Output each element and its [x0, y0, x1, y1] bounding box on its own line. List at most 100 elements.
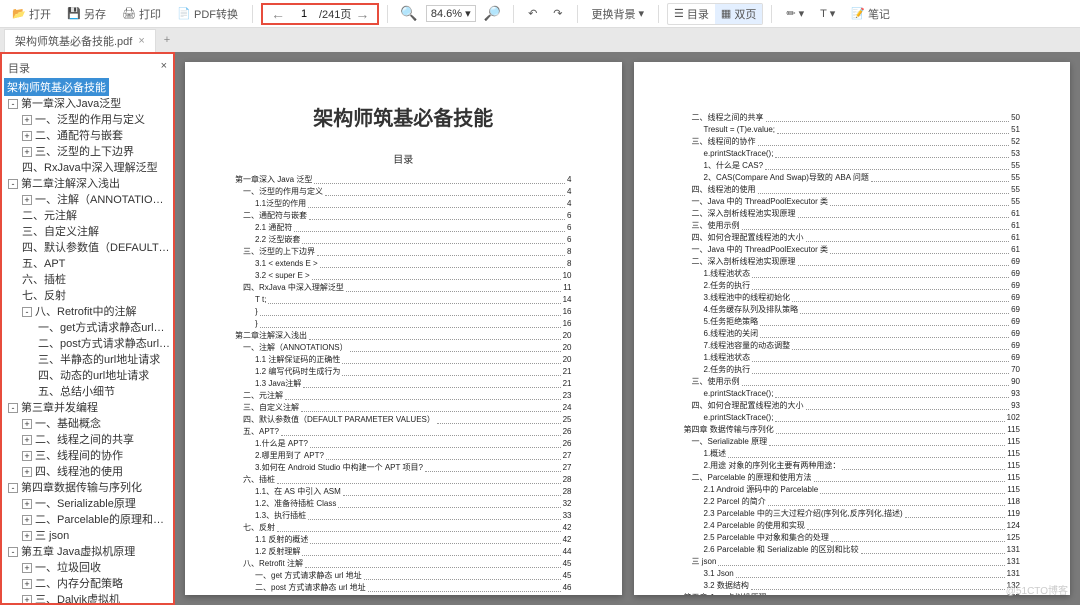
outline-item[interactable]: 四、动态的url地址请求: [4, 368, 171, 384]
toc-line: T t;14: [235, 294, 572, 306]
toc-line: 第四章 数据传输与序列化115: [684, 424, 1021, 436]
toc-line: 一、Java 中的 ThreadPoolExecutor 类61: [684, 244, 1021, 256]
main-toolbar: 📂打开 💾另存 🖨打印 📄PDF转换 ← /241页 → 🔍 84.6% ▾ 🔎…: [0, 0, 1080, 28]
print-button[interactable]: 🖨打印: [116, 4, 167, 24]
tree-toggle-icon[interactable]: +: [22, 595, 32, 605]
toc-line: 7.线程池容量的动态调整69: [684, 340, 1021, 352]
outline-sidebar: 目录 × 架构师筑基必备技能 -第一章深入Java泛型+一、泛型的作用与定义+二…: [0, 52, 175, 605]
zoom-in-button[interactable]: 🔎: [480, 5, 505, 22]
zoom-select[interactable]: 84.6% ▾: [426, 5, 476, 22]
toc-line: 第五章 Java虚拟机原理135: [684, 592, 1021, 595]
tree-toggle-icon[interactable]: +: [22, 419, 32, 429]
separator: [658, 5, 659, 23]
sidebar-title: 目录: [8, 60, 30, 76]
toc-line: 第一章深入 Java 泛型4: [235, 174, 572, 186]
open-button[interactable]: 📂打开: [6, 4, 57, 24]
rotate-left-button[interactable]: ↶: [522, 5, 543, 22]
tree-toggle-icon[interactable]: +: [22, 131, 32, 141]
outline-item[interactable]: +二、线程之间的共享: [4, 432, 171, 448]
outline-item[interactable]: 七、反射: [4, 288, 171, 304]
outline-item[interactable]: +三、线程间的协作: [4, 448, 171, 464]
toc-line: 三、线程间的协作52: [684, 136, 1021, 148]
toc-line: 四、默认参数值（DEFAULT PARAMETER VALUES）25: [235, 414, 572, 426]
sidebar-close-button[interactable]: ×: [161, 60, 167, 76]
toc-line: 2.4 Parcelable 的使用和实现124: [684, 520, 1021, 532]
tree-toggle-icon[interactable]: -: [22, 307, 32, 317]
outline-tree: -第一章深入Java泛型+一、泛型的作用与定义+二、通配符与嵌套+三、泛型的上下…: [4, 96, 171, 605]
document-tab[interactable]: 架构师筑基必备技能.pdf ×: [4, 29, 156, 52]
outline-item[interactable]: 二、post方式请求静态url地址: [4, 336, 171, 352]
next-page-button[interactable]: →: [351, 6, 373, 22]
outline-item[interactable]: 五、APT: [4, 256, 171, 272]
toc-line: 一、注解（ANNOTATIONS）20: [235, 342, 572, 354]
toc-line: 1.2 编写代码时生成行为21: [235, 366, 572, 378]
zoom-out-button[interactable]: 🔍: [396, 5, 421, 22]
outline-item[interactable]: +二、内存分配策略: [4, 576, 171, 592]
outline-item[interactable]: -第五章 Java虚拟机原理: [4, 544, 171, 560]
tab-close-button[interactable]: ×: [138, 35, 144, 47]
tree-toggle-icon[interactable]: -: [8, 179, 18, 189]
tree-toggle-icon[interactable]: +: [22, 115, 32, 125]
toc-line: 2.1 通配符6: [235, 222, 572, 234]
page-viewer[interactable]: 架构师筑基必备技能 目录 第一章深入 Java 泛型4一、泛型的作用与定义41.…: [175, 52, 1080, 605]
tree-toggle-icon[interactable]: +: [22, 499, 32, 509]
tree-toggle-icon[interactable]: -: [8, 403, 18, 413]
tree-toggle-icon[interactable]: +: [22, 467, 32, 477]
outline-item[interactable]: +一、注解（ANNOTATIONS）: [4, 192, 171, 208]
outline-item[interactable]: 四、RxJava中深入理解泛型: [4, 160, 171, 176]
outline-item[interactable]: 四、默认参数值（DEFAULT PARAMET: [4, 240, 171, 256]
outline-item[interactable]: 一、get方式请求静态url地址: [4, 320, 171, 336]
outline-item[interactable]: +一、泛型的作用与定义: [4, 112, 171, 128]
toc-line: 一、泛型的作用与定义4: [235, 186, 572, 198]
tree-toggle-icon[interactable]: -: [8, 99, 18, 109]
outline-item[interactable]: +四、线程池的使用: [4, 464, 171, 480]
prev-page-button[interactable]: ←: [267, 6, 289, 22]
outline-item[interactable]: 六、插桩: [4, 272, 171, 288]
highlight-button[interactable]: ✏ ▾: [780, 5, 810, 22]
new-tab-button[interactable]: +: [156, 34, 178, 46]
toc-line: 1.2 反射理解44: [235, 546, 572, 558]
outline-item[interactable]: -八、Retrofit中的注解: [4, 304, 171, 320]
tree-toggle-icon[interactable]: +: [22, 435, 32, 445]
outline-item[interactable]: 三、自定义注解: [4, 224, 171, 240]
double-page-button[interactable]: ▦ 双页: [715, 4, 762, 24]
outline-item[interactable]: -第三章并发编程: [4, 400, 171, 416]
tree-toggle-icon[interactable]: +: [22, 451, 32, 461]
toc-line: 二、post 方式请求静态 url 地址46: [235, 582, 572, 594]
change-bg-button[interactable]: 更换背景 ▾: [586, 4, 651, 24]
outline-item[interactable]: +三 json: [4, 528, 171, 544]
note-button[interactable]: 📝 笔记: [845, 4, 896, 24]
outline-item[interactable]: 五、总结小细节: [4, 384, 171, 400]
tree-toggle-icon[interactable]: -: [8, 547, 18, 557]
tree-toggle-icon[interactable]: +: [22, 515, 32, 525]
tree-toggle-icon[interactable]: +: [22, 195, 32, 205]
outline-item[interactable]: -第一章深入Java泛型: [4, 96, 171, 112]
toc-line: 1、什么是 CAS?55: [684, 160, 1021, 172]
outline-item[interactable]: -第二章注解深入浅出: [4, 176, 171, 192]
page-input[interactable]: [289, 8, 319, 20]
outline-item[interactable]: +一、Serializable原理: [4, 496, 171, 512]
outline-item[interactable]: +三、Dalvik虚拟机: [4, 592, 171, 605]
toc-line: 2.哪里用到了 APT?27: [235, 450, 572, 462]
outline-item[interactable]: 三、半静态的url地址请求: [4, 352, 171, 368]
toc-line: 2.6 Parcelable 和 Serializable 的区别和比较131: [684, 544, 1021, 556]
outline-item[interactable]: -第四章数据传输与序列化: [4, 480, 171, 496]
tree-toggle-icon[interactable]: +: [22, 147, 32, 157]
outline-item[interactable]: +二、通配符与嵌套: [4, 128, 171, 144]
rotate-right-button[interactable]: ↷: [547, 5, 568, 22]
save-button[interactable]: 💾另存: [61, 4, 112, 24]
outline-item[interactable]: +二、Parcelable的原理和使用方法: [4, 512, 171, 528]
pdf-convert-button[interactable]: 📄PDF转换: [171, 4, 244, 24]
text-button[interactable]: T ▾: [814, 5, 841, 22]
outline-item[interactable]: 二、元注解: [4, 208, 171, 224]
toc-line: 2.2 Parcel 的简介118: [684, 496, 1021, 508]
tree-toggle-icon[interactable]: +: [22, 531, 32, 541]
outline-item[interactable]: +一、基础概念: [4, 416, 171, 432]
outline-item[interactable]: +一、垃圾回收: [4, 560, 171, 576]
outline-item[interactable]: +三、泛型的上下边界: [4, 144, 171, 160]
tree-toggle-icon[interactable]: -: [8, 483, 18, 493]
outline-button[interactable]: ☰ 目录: [668, 4, 715, 24]
tree-toggle-icon[interactable]: +: [22, 579, 32, 589]
outline-root[interactable]: 架构师筑基必备技能: [4, 78, 109, 96]
tree-toggle-icon[interactable]: +: [22, 563, 32, 573]
